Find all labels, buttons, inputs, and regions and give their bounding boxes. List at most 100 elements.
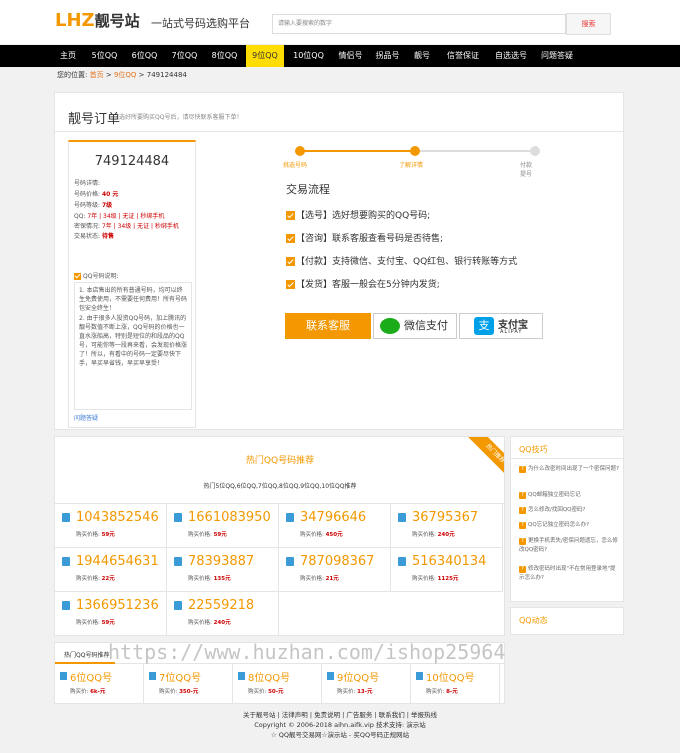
info-heading: 号码详情: bbox=[74, 180, 101, 187]
document-icon bbox=[62, 601, 70, 610]
hot-price: 购买价格: 135元 bbox=[188, 574, 231, 582]
qq-label: QQ: bbox=[74, 213, 86, 220]
price-value: 22元 bbox=[101, 576, 115, 582]
hot-title: 热门QQ号码推荐 bbox=[245, 456, 315, 466]
hot-number[interactable]: 36795367 bbox=[412, 510, 478, 525]
alipay-button[interactable]: 支 支付宝 ALIPAY bbox=[459, 313, 543, 339]
qq-value: 7年 | 34级 | 无证 | 秒绑手机 bbox=[87, 213, 165, 220]
price-label: 购买价格: bbox=[76, 532, 100, 538]
nav-item-pretty[interactable]: 靓号 bbox=[408, 45, 436, 67]
tip-link[interactable]: ? 怎么修改/找回QQ密码? bbox=[519, 506, 621, 515]
category-cell[interactable]: 7位QQ号 购买价: 350-元 bbox=[144, 664, 233, 704]
flow-item-text: 【发货】客服一般会在5分钟内发货; bbox=[296, 280, 440, 290]
document-icon bbox=[62, 557, 70, 566]
hot-number-cell[interactable]: 34796646 购买价格: 450元 bbox=[279, 504, 391, 548]
progress-line-pending bbox=[415, 150, 535, 152]
nav-item-home[interactable]: 主页 bbox=[53, 45, 83, 67]
order-subtitle: 选好所要购买QQ号后，请尽快联系客服下单！ bbox=[119, 114, 243, 121]
hot-number-cell[interactable]: 516340134 购买价格: 1125元 bbox=[391, 548, 503, 592]
nav-item-7qq[interactable]: 7位QQ bbox=[166, 45, 203, 67]
hot-number-cell[interactable]: 22559218 购买价格: 240元 bbox=[167, 592, 279, 635]
breadcrumb-home[interactable]: 首页 bbox=[90, 71, 104, 79]
question-icon: ? bbox=[519, 492, 526, 499]
category-cell[interactable]: 9位QQ号购买价: 13-元 bbox=[322, 664, 411, 704]
tip-text: 为什么改密时间出现了一个密保问题? bbox=[528, 466, 619, 472]
hot-number[interactable]: 516340134 bbox=[412, 554, 486, 569]
wechat-icon bbox=[380, 318, 400, 334]
nav-item-guarantee[interactable]: 信誉保证 bbox=[439, 45, 487, 67]
category-cell[interactable]: 10位QQ号 购买价: 8-元 bbox=[411, 664, 500, 704]
hot-price: 购买价格: 22元 bbox=[76, 574, 115, 582]
hot-number[interactable]: 787098367 bbox=[300, 554, 374, 569]
price-value: 40 元 bbox=[101, 191, 119, 198]
nav-item-9qq[interactable]: 9位QQ bbox=[246, 45, 284, 67]
hot-number[interactable]: 1043852546 bbox=[76, 510, 159, 525]
faq-link[interactable]: 问题答疑 bbox=[74, 413, 98, 422]
tip-text: 修改密码时出现"不在常用登录地"提示怎么办? bbox=[519, 566, 616, 581]
breadcrumb-category[interactable]: 9位QQ bbox=[114, 71, 136, 79]
hot-number-cell[interactable]: 1661083950 购买价格: 59元 bbox=[167, 504, 279, 548]
document-icon bbox=[238, 672, 245, 680]
note-checkbox[interactable]: QQ号码说明: bbox=[74, 271, 118, 280]
footer-tagline: ☆ QQ靓号交易网☆演示站 - 买QQ号码正规网站 bbox=[270, 731, 410, 739]
category-name[interactable]: 9位QQ号 bbox=[337, 669, 379, 684]
category-name[interactable]: 7位QQ号 bbox=[159, 669, 201, 684]
site-footer: 关于靓号站 | 法律声明 | 免责说明 | 广告服务 | 联系我们 | 举报热线… bbox=[0, 710, 680, 740]
hot-number[interactable]: 34796646 bbox=[300, 510, 366, 525]
price-value: 59元 bbox=[213, 532, 227, 538]
document-icon bbox=[398, 513, 406, 522]
nav-item-5qq[interactable]: 5位QQ bbox=[86, 45, 123, 67]
status-label: 交易状态: bbox=[74, 233, 101, 240]
price-label: 号码价格: bbox=[74, 191, 101, 198]
hot-number-cell[interactable]: 787098367 购买价格: 21元 bbox=[279, 548, 391, 592]
category-cell[interactable]: 6位QQ号 购买价: 6k-元 bbox=[55, 664, 144, 704]
contact-service-button[interactable]: 联系客服 bbox=[285, 313, 371, 339]
order-title: 靓号订单 bbox=[68, 112, 121, 127]
price-label: 购买价格: bbox=[412, 532, 436, 538]
wechat-pay-button[interactable]: 微信支付 bbox=[373, 313, 457, 339]
tip-link[interactable]: ? 更换手机丢失/密保问题遗忘，怎么修改QQ密码? bbox=[519, 537, 621, 555]
hot-number[interactable]: 1944654631 bbox=[76, 554, 159, 569]
hot-number-cell[interactable]: 36795367 购买价格: 240元 bbox=[391, 504, 503, 548]
search-button[interactable]: 搜索 bbox=[566, 13, 611, 35]
logo-latin: LHZ bbox=[55, 10, 95, 31]
tip-link[interactable]: ? 修改密码时出现"不在常用登录地"提示怎么办? bbox=[519, 565, 621, 583]
hot-number-cell[interactable]: 1944654631 购买价格: 22元 bbox=[55, 548, 167, 592]
hot-number-cell[interactable]: 1043852546 购买价格: 59元 bbox=[55, 504, 167, 548]
tips-title: QQ技巧 bbox=[519, 445, 548, 454]
hot-number-cell[interactable]: 78393887 购买价格: 135元 bbox=[167, 548, 279, 592]
nav-item-self-select[interactable]: 自选选号 bbox=[489, 45, 533, 67]
hot-number[interactable]: 1661083950 bbox=[188, 510, 271, 525]
question-icon: ? bbox=[519, 507, 526, 514]
price-label: 购买价格: bbox=[188, 576, 212, 582]
price-label: 购买价格: bbox=[76, 620, 100, 626]
nav-item-couple[interactable]: 情侣号 bbox=[333, 45, 368, 67]
nav-item-6qq[interactable]: 6位QQ bbox=[126, 45, 163, 67]
nav-item-special[interactable]: 拐品号 bbox=[370, 45, 405, 67]
watermark: https://www.huzhan.com/ishop25964 bbox=[108, 640, 506, 664]
nav-item-faq[interactable]: 问题答疑 bbox=[535, 45, 579, 67]
category-name[interactable]: 10位QQ号 bbox=[426, 669, 474, 684]
search-input[interactable]: 请输入要搜索的数字 bbox=[272, 14, 566, 34]
price-label: 购买价格: bbox=[188, 620, 212, 626]
tip-link[interactable]: ? 为什么改密时间出现了一个密保问题? bbox=[519, 465, 621, 474]
nav-item-8qq[interactable]: 8位QQ bbox=[206, 45, 243, 67]
hot-number-cell[interactable]: 1366951236 购买价格: 59元 bbox=[55, 592, 167, 635]
category-name[interactable]: 6位QQ号 bbox=[70, 669, 112, 684]
breadcrumb-prefix: 您的位置: bbox=[57, 71, 88, 79]
hot-number[interactable]: 1366951236 bbox=[76, 598, 159, 613]
site-logo[interactable]: LHZ靓号站 bbox=[55, 10, 140, 31]
hot-number[interactable]: 78393887 bbox=[188, 554, 254, 569]
site-header: LHZ靓号站 一站式号码选购平台 请输入要搜索的数字 搜索 bbox=[0, 0, 680, 45]
category-price: 购买价: 13-元 bbox=[337, 687, 373, 695]
category-name[interactable]: 8位QQ号 bbox=[248, 669, 290, 684]
logo-cn: 靓号站 bbox=[94, 12, 140, 30]
hot-number[interactable]: 22559218 bbox=[188, 598, 254, 613]
tip-text: 更换手机丢失/密保问题遗忘，怎么修改QQ密码? bbox=[519, 538, 618, 553]
nav-item-10qq[interactable]: 10位QQ bbox=[287, 45, 330, 67]
tip-link[interactable]: ? QQ邮箱独立密码忘记 bbox=[519, 491, 621, 500]
tip-link[interactable]: ? QQ忘记独立密码怎么办? bbox=[519, 521, 621, 530]
category-cell[interactable]: 8位QQ号 购买价: 50-元 bbox=[233, 664, 322, 704]
footer-links[interactable]: 关于靓号站 | 法律声明 | 免责说明 | 广告服务 | 联系我们 | 举报热线 bbox=[0, 710, 680, 720]
step-dot-icon bbox=[410, 146, 420, 156]
